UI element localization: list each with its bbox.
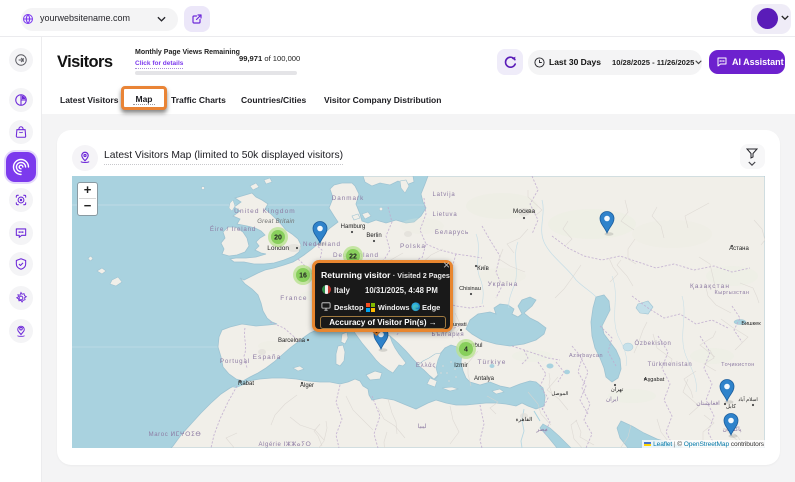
- svg-text:Barcelona: Barcelona: [278, 338, 306, 344]
- svg-text:Latvija: Latvija: [433, 192, 456, 198]
- svg-text:Portugal: Portugal: [220, 358, 250, 365]
- svg-text:القاهرة: القاهرة: [516, 416, 533, 423]
- svg-text:Беларусь: Беларусь: [435, 229, 469, 236]
- svg-text:Київ: Київ: [477, 266, 489, 272]
- svg-text:Izmir: Izmir: [454, 362, 468, 369]
- svg-text:ايران: ايران: [606, 396, 619, 403]
- svg-text:16: 16: [299, 272, 307, 279]
- svg-text:Қазақстан: Қазақстан: [690, 283, 730, 290]
- svg-text:4: 4: [464, 346, 468, 353]
- svg-text:Тоҷикистон: Тоҷикистон: [721, 362, 755, 368]
- svg-text:20: 20: [274, 234, 282, 241]
- svg-text:Україна: Україна: [488, 281, 519, 288]
- svg-text:Antalya: Antalya: [474, 376, 495, 382]
- svg-text:اسلام آباد: اسلام آباد: [738, 396, 758, 403]
- svg-text:Azərbaycan: Azərbaycan: [569, 353, 603, 359]
- svg-text:افغانستان: افغانستان: [696, 400, 720, 407]
- svg-text:Türkiye: Türkiye: [477, 359, 506, 366]
- svg-text:Polska: Polska: [400, 243, 426, 250]
- svg-text:Özbekiston: Özbekiston: [634, 340, 671, 347]
- svg-text:Chisinau: Chisinau: [459, 286, 481, 292]
- svg-text:България: България: [432, 332, 465, 338]
- svg-text:كابل: كابل: [726, 403, 736, 410]
- svg-text:United Kingdom: United Kingdom: [234, 208, 296, 215]
- svg-text:Ελλάς: Ελλάς: [416, 362, 436, 369]
- svg-text:Maroc ⵍⵎⵖⵔⵉⴱ: Maroc ⵍⵎⵖⵔⵉⴱ: [149, 432, 202, 438]
- svg-text:Hamburg: Hamburg: [341, 224, 366, 230]
- svg-text:España: España: [253, 354, 282, 361]
- svg-text:Great Britain: Great Britain: [257, 219, 295, 225]
- svg-text:Türkmenistan: Türkmenistan: [648, 362, 693, 368]
- svg-text:ليبيا: ليبيا: [418, 423, 427, 430]
- svg-text:Aşgabat: Aşgabat: [644, 377, 665, 383]
- svg-text:مصر: مصر: [535, 427, 547, 433]
- svg-text:Москва: Москва: [513, 208, 536, 215]
- svg-text:Бишкек: Бишкек: [741, 321, 761, 327]
- svg-text:Danmark: Danmark: [332, 195, 365, 202]
- svg-text:Кыргызстан: Кыргызстан: [715, 290, 750, 296]
- svg-text:France: France: [280, 295, 307, 302]
- svg-text:Berlin: Berlin: [366, 233, 381, 239]
- svg-text:Algérie ⵏⵣⵣⴰⵢⵔ: Algérie ⵏⵣⵣⴰⵢⵔ: [259, 442, 312, 448]
- svg-text:تهران: تهران: [611, 387, 624, 393]
- svg-text:Lietuva: Lietuva: [433, 212, 458, 218]
- svg-text:الموصل: الموصل: [551, 391, 568, 397]
- svg-text:Éire / Ireland: Éire / Ireland: [210, 226, 256, 233]
